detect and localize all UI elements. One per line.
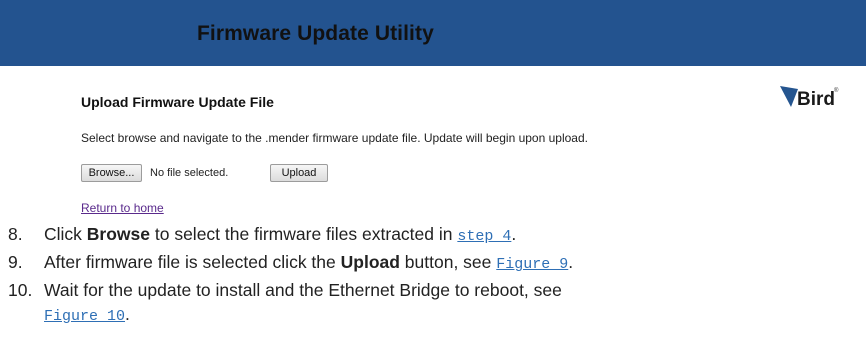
step-number: 9. [8, 252, 23, 272]
step-text: Wait for the update to install and the E… [44, 280, 562, 300]
step-text-part: . [125, 304, 130, 324]
figure-9-link[interactable]: Figure 9 [496, 256, 568, 273]
upload-instruction: Select browse and navigate to the .mende… [81, 131, 588, 145]
step-text-part: Click [44, 224, 87, 244]
step-bold: Upload [340, 252, 400, 272]
step-text: Click Browse to select the firmware file… [44, 224, 516, 245]
step-number: 10. [8, 280, 33, 300]
figure-10-link[interactable]: Figure 10 [44, 308, 125, 325]
page-title: Firmware Update Utility [197, 22, 434, 45]
header-bar: Firmware Update Utility [0, 0, 866, 66]
browse-button[interactable]: Browse... [81, 164, 142, 182]
logo-text: Bird [797, 89, 835, 110]
registered-mark: ® [834, 88, 839, 94]
step-text-part: . [511, 224, 517, 244]
return-home-link[interactable]: Return to home [81, 201, 164, 215]
step-text-part: After firmware file is selected click th… [44, 252, 341, 272]
step-text: After firmware file is selected click th… [44, 252, 573, 273]
file-status: No file selected. [150, 167, 229, 179]
step-text-part: button, see [399, 252, 497, 272]
step-text-part: to select the firmware files extracted i… [150, 224, 458, 244]
step-text-continued: Figure 10. [44, 304, 130, 325]
step-text-part: . [568, 252, 574, 272]
section-title: Upload Firmware Update File [81, 94, 274, 110]
step-number: 8. [8, 224, 23, 244]
upload-button[interactable]: Upload [270, 164, 328, 182]
step-4-link[interactable]: step 4 [457, 228, 511, 245]
step-bold: Browse [86, 224, 150, 244]
